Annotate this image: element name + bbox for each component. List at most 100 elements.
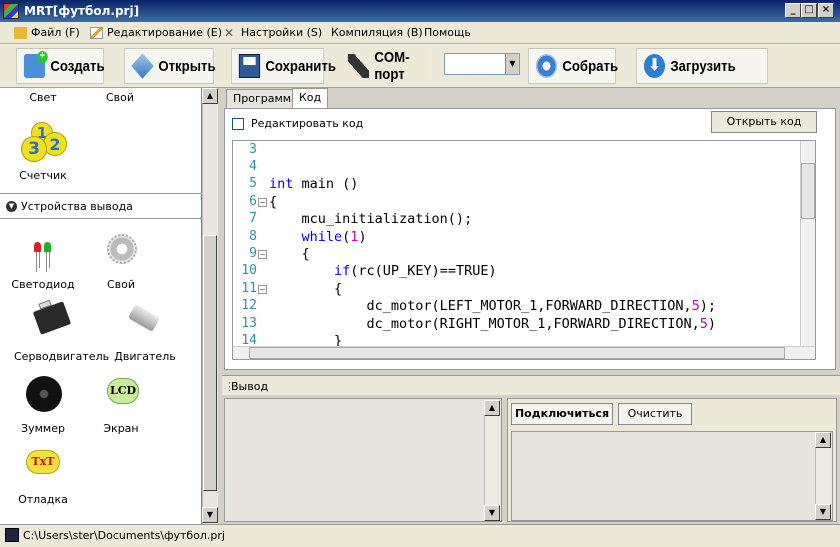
output-scrollbar[interactable] — [484, 400, 500, 520]
folder-icon — [14, 26, 27, 39]
app-icon — [3, 3, 19, 19]
palette-item-light[interactable]: Свет — [3, 91, 83, 104]
line-number: 11 — [241, 281, 257, 296]
buzzer-icon[interactable] — [26, 376, 62, 412]
collapse-icon[interactable]: ▼ — [6, 200, 17, 212]
menu-edit-label: Редактирование (E) — [107, 26, 223, 39]
palette-scroll-thumb[interactable] — [203, 235, 217, 491]
code-line: mcu_initialization(); — [269, 211, 473, 227]
fold-toggle-icon[interactable]: − — [258, 285, 267, 294]
scroll-up-icon[interactable]: ▲ — [484, 400, 500, 416]
palette-item-screen[interactable]: Экран — [81, 422, 161, 435]
code-line: while(1) — [301, 229, 367, 245]
line-number: 7 — [249, 211, 257, 226]
connect-button[interactable]: Подключиться — [511, 403, 613, 425]
menu-help[interactable]: Помощь — [424, 26, 471, 39]
chevron-down-icon[interactable]: ▼ — [505, 54, 519, 74]
build-button-label: Собрать — [562, 57, 619, 75]
fold-toggle-icon[interactable]: − — [258, 250, 267, 259]
line-number: 4 — [249, 159, 257, 174]
menu-compile[interactable]: Компиляция (B) — [331, 26, 423, 39]
menu-settings-label: Настройки (S) — [241, 26, 323, 39]
servo-icon[interactable] — [32, 299, 72, 335]
divider — [0, 193, 202, 194]
scroll-up-icon[interactable]: ▲ — [202, 88, 218, 104]
open-code-button[interactable]: Открыть код — [711, 111, 817, 133]
palette-item-servo[interactable]: Серводвигатель — [0, 350, 110, 363]
scroll-down-icon[interactable]: ▼ — [484, 505, 500, 521]
project-path: C:\Users\ster\Documents\футбол.prj — [23, 529, 225, 542]
code-line: if(rc(UP_KEY)==TRUE) — [334, 263, 497, 279]
toolbar: + Создать Открыть Сохранить COM-порт Соб… — [0, 44, 840, 88]
open-button[interactable]: Открыть — [124, 48, 216, 84]
serial-monitor[interactable] — [511, 431, 833, 521]
line-number: 6 — [249, 194, 257, 209]
tab-bar: Программа Код — [222, 88, 840, 109]
output-title: Вывод — [231, 380, 269, 393]
build-button[interactable]: Собрать — [528, 48, 619, 84]
open-button-label: Открыть — [158, 57, 216, 75]
save-button-label: Сохранить — [265, 57, 337, 75]
usb-plug-icon — [347, 54, 370, 78]
edit-code-checkbox[interactable] — [232, 118, 244, 130]
editor-horizontal-thumb[interactable] — [249, 347, 785, 359]
palette-item-led[interactable]: Светодиод — [3, 278, 83, 291]
gear-icon[interactable] — [107, 234, 137, 264]
editor-vertical-thumb[interactable] — [801, 163, 815, 219]
scroll-up-icon[interactable]: ▲ — [815, 432, 831, 448]
palette-item-counter[interactable]: Счетчик — [3, 169, 83, 182]
menu-settings[interactable]: ✕ Настройки (S) — [224, 26, 322, 39]
scroll-down-icon[interactable]: ▼ — [202, 507, 218, 523]
counter-digit-3: 3 — [21, 136, 47, 162]
title-bar[interactable]: MRT[футбол.prj] _ □ × — [0, 0, 840, 22]
lcd-screen-icon[interactable]: LCD — [107, 378, 139, 404]
line-number: 3 — [249, 142, 257, 157]
create-button-label: Создать — [50, 57, 105, 75]
menu-edit[interactable]: Редактирование (E) — [90, 26, 222, 39]
fold-toggle-icon[interactable]: − — [258, 198, 267, 207]
line-number: 13 — [241, 316, 257, 331]
debug-txt-icon[interactable]: TxT — [26, 450, 60, 474]
code-line: dc_motor(LEFT_MOTOR_1,FORWARD_DIRECTION,… — [269, 298, 717, 314]
divider — [0, 218, 202, 219]
clear-button[interactable]: Очистить — [618, 403, 692, 425]
tools-icon: ✕ — [224, 25, 235, 40]
com-port-button[interactable]: COM-порт — [340, 48, 432, 84]
code-line: { — [269, 194, 278, 210]
edit-code-label: Редактировать код — [251, 117, 364, 130]
menu-bar: Файл (F) Редактирование (E) ✕ Настройки … — [0, 22, 840, 44]
scroll-down-icon[interactable]: ▼ — [815, 504, 831, 520]
line-number: 12 — [241, 298, 257, 313]
line-number: 10 — [241, 263, 257, 278]
pencil-icon — [90, 26, 103, 39]
floppy-icon — [5, 528, 19, 542]
tab-code[interactable]: Код — [292, 88, 329, 109]
upload-button-label: Загрузить — [670, 57, 736, 75]
palette-item-motor[interactable]: Двигатель — [105, 350, 185, 363]
line-number: 9 — [249, 246, 257, 261]
save-button[interactable]: Сохранить — [231, 48, 336, 84]
led-icon[interactable] — [32, 242, 54, 274]
new-project-icon: + — [23, 51, 48, 78]
palette-item-debug[interactable]: Отладка — [3, 493, 83, 506]
output-log[interactable] — [224, 398, 502, 522]
section-output-label: Устройства вывода — [21, 199, 133, 213]
upload-button[interactable]: ⬇ Загрузить — [636, 48, 768, 84]
palette-item-custom-output[interactable]: Свой — [81, 278, 161, 291]
section-output-devices[interactable]: ▼ Устройства вывода — [6, 197, 196, 215]
counter-icon[interactable]: 1 2 3 — [21, 122, 67, 162]
maximize-button[interactable]: □ — [801, 3, 817, 18]
motor-icon[interactable] — [127, 304, 161, 332]
download-arrow-icon: ⬇ — [643, 54, 666, 78]
menu-file[interactable]: Файл (F) — [14, 26, 80, 39]
close-button[interactable]: × — [818, 3, 834, 18]
code-editor[interactable]: 3 4 5 6 7 8 9 10 11 12 13 14 − − − int m… — [232, 140, 816, 360]
palette-item-custom[interactable]: Свой — [80, 91, 160, 104]
minimize-button[interactable]: _ — [785, 3, 801, 18]
line-number-gutter: 3 4 5 6 7 8 9 10 11 12 13 14 — [233, 141, 263, 348]
counter-digit-2: 2 — [43, 132, 67, 156]
menu-compile-label: Компиляция (B) — [331, 26, 423, 39]
create-button[interactable]: + Создать — [16, 48, 105, 84]
palette-item-buzzer[interactable]: Зуммер — [3, 422, 83, 435]
code-line: { — [269, 246, 310, 262]
